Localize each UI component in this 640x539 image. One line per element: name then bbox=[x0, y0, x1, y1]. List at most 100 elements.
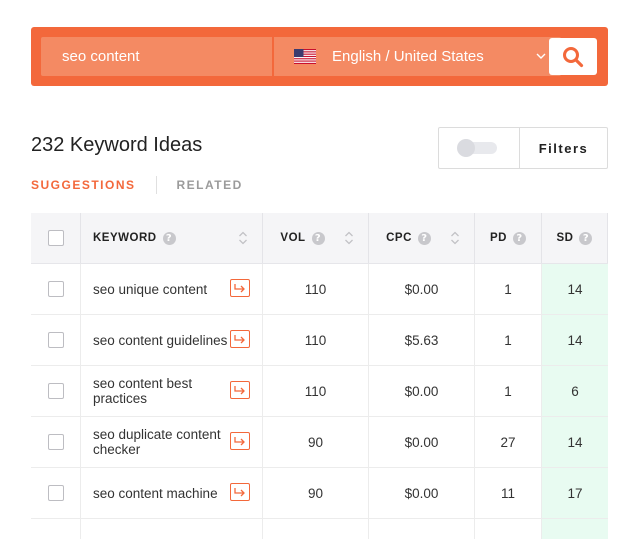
row-checkbox[interactable] bbox=[47, 383, 64, 399]
row-checkbox[interactable] bbox=[47, 485, 64, 501]
result-tabs: SUGGESTIONS RELATED bbox=[31, 176, 243, 194]
column-header-cpc[interactable]: CPC ? bbox=[369, 213, 475, 263]
keyword-cell: seo unique content bbox=[81, 264, 263, 314]
keyword-cell: seo content guidelines bbox=[81, 315, 263, 365]
search-bar: English / United States bbox=[31, 27, 608, 86]
arrow-right-icon bbox=[234, 335, 245, 344]
sort-icon[interactable] bbox=[450, 230, 460, 246]
column-header-sd[interactable]: SD ? bbox=[542, 213, 608, 263]
help-icon[interactable]: ? bbox=[417, 231, 431, 245]
arrow-right-icon bbox=[234, 437, 245, 446]
search-input[interactable] bbox=[41, 37, 272, 76]
row-checkbox[interactable] bbox=[47, 434, 64, 450]
help-icon[interactable]: ? bbox=[579, 231, 593, 245]
cpc-cell: $0.00 bbox=[369, 417, 475, 467]
sd-cell bbox=[542, 519, 608, 539]
keyword-text[interactable]: seo unique content bbox=[93, 282, 229, 297]
toggle-knob bbox=[457, 139, 475, 157]
keyword-detail-arrow-icon[interactable] bbox=[230, 483, 250, 501]
keyword-text[interactable]: seo content machine bbox=[93, 486, 229, 501]
view-toggle[interactable] bbox=[457, 139, 501, 157]
column-header-keyword[interactable]: KEYWORD ? bbox=[81, 213, 263, 263]
row-checkbox-cell bbox=[31, 468, 81, 518]
vol-cell: 110 bbox=[263, 264, 369, 314]
sd-header-label-wrap: SD ? bbox=[556, 231, 593, 245]
row-checkbox-cell bbox=[31, 417, 81, 467]
header-checkbox-cell bbox=[31, 213, 81, 263]
row-checkbox-cell bbox=[31, 264, 81, 314]
pd-cell: 11 bbox=[475, 468, 542, 518]
search-icon bbox=[563, 46, 584, 67]
keyword-text[interactable]: seo duplicate content checker bbox=[93, 427, 229, 457]
pd-header-label-wrap: PD ? bbox=[490, 231, 526, 245]
row-checkbox[interactable] bbox=[47, 281, 64, 297]
keyword-table: KEYWORD ? VOL ? CPC ? PD ? SD ? seo uniq… bbox=[31, 213, 608, 539]
keyword-detail-arrow-icon[interactable] bbox=[230, 330, 250, 348]
keyword-cell: seo content machine bbox=[81, 468, 263, 518]
cpc-cell: $5.63 bbox=[369, 315, 475, 365]
row-checkbox-cell bbox=[31, 519, 81, 539]
table-row: seo duplicate content checker 90 $0.00 2… bbox=[31, 417, 608, 468]
keyword-cell: seo duplicate content checker bbox=[81, 417, 263, 467]
sd-cell: 6 bbox=[542, 366, 608, 416]
keyword-header-label: KEYWORD bbox=[93, 232, 157, 244]
table-row: seo content machine 90 $0.00 11 17 bbox=[31, 468, 608, 519]
vol-cell bbox=[263, 519, 369, 539]
pd-cell bbox=[475, 519, 542, 539]
keyword-detail-arrow-icon[interactable] bbox=[230, 432, 250, 450]
vol-header-label: VOL bbox=[280, 232, 306, 244]
sd-cell: 14 bbox=[542, 264, 608, 314]
arrow-right-icon bbox=[234, 386, 245, 395]
results-title: 232 Keyword Ideas bbox=[31, 134, 203, 156]
table-row: seo content guidelines 110 $5.63 1 14 bbox=[31, 315, 608, 366]
keyword-cell bbox=[81, 519, 263, 539]
row-checkbox-cell bbox=[31, 315, 81, 365]
sd-header-label: SD bbox=[556, 232, 574, 244]
tab-suggestions[interactable]: SUGGESTIONS bbox=[31, 178, 136, 192]
chevron-down-icon bbox=[536, 53, 546, 59]
keyword-header-label-wrap: KEYWORD ? bbox=[93, 231, 176, 245]
column-header-pd[interactable]: PD ? bbox=[475, 213, 542, 263]
arrow-right-icon bbox=[234, 284, 245, 293]
vol-cell: 90 bbox=[263, 417, 369, 467]
vol-header-label-wrap: VOL ? bbox=[280, 231, 325, 245]
toggle-container bbox=[439, 128, 520, 168]
cpc-cell: $0.00 bbox=[369, 366, 475, 416]
tab-related[interactable]: RELATED bbox=[177, 178, 243, 192]
arrow-right-icon bbox=[234, 488, 245, 497]
row-checkbox[interactable] bbox=[47, 332, 64, 348]
sort-icon[interactable] bbox=[238, 230, 248, 246]
sd-cell: 14 bbox=[542, 315, 608, 365]
sd-cell: 17 bbox=[542, 468, 608, 518]
row-checkbox-cell bbox=[31, 366, 81, 416]
language-label: English / United States bbox=[332, 48, 484, 65]
pd-cell: 27 bbox=[475, 417, 542, 467]
table-row bbox=[31, 519, 608, 539]
language-select[interactable]: English / United States bbox=[274, 37, 561, 76]
select-all-checkbox[interactable] bbox=[47, 230, 64, 246]
keyword-detail-arrow-icon[interactable] bbox=[230, 381, 250, 399]
help-icon[interactable]: ? bbox=[512, 231, 526, 245]
cpc-header-label-wrap: CPC ? bbox=[386, 231, 431, 245]
keyword-detail-arrow-icon[interactable] bbox=[230, 279, 250, 297]
search-button[interactable] bbox=[549, 38, 597, 75]
filters-button[interactable]: Filters bbox=[520, 128, 607, 168]
cpc-cell: $0.00 bbox=[369, 468, 475, 518]
keyword-text[interactable]: seo content best practices bbox=[93, 376, 229, 406]
help-icon[interactable]: ? bbox=[162, 231, 176, 245]
pd-cell: 1 bbox=[475, 366, 542, 416]
vol-cell: 110 bbox=[263, 315, 369, 365]
filter-controls: Filters bbox=[438, 127, 608, 169]
us-flag-icon bbox=[294, 49, 316, 64]
help-icon[interactable]: ? bbox=[311, 231, 325, 245]
table-header: KEYWORD ? VOL ? CPC ? PD ? SD ? bbox=[31, 213, 608, 264]
table-row: seo content best practices 110 $0.00 1 6 bbox=[31, 366, 608, 417]
table-row: seo unique content 110 $0.00 1 14 bbox=[31, 264, 608, 315]
vol-cell: 90 bbox=[263, 468, 369, 518]
vol-cell: 110 bbox=[263, 366, 369, 416]
keyword-text[interactable]: seo content guidelines bbox=[93, 333, 229, 348]
keyword-cell: seo content best practices bbox=[81, 366, 263, 416]
sort-icon[interactable] bbox=[344, 230, 354, 246]
pd-cell: 1 bbox=[475, 264, 542, 314]
column-header-vol[interactable]: VOL ? bbox=[263, 213, 369, 263]
